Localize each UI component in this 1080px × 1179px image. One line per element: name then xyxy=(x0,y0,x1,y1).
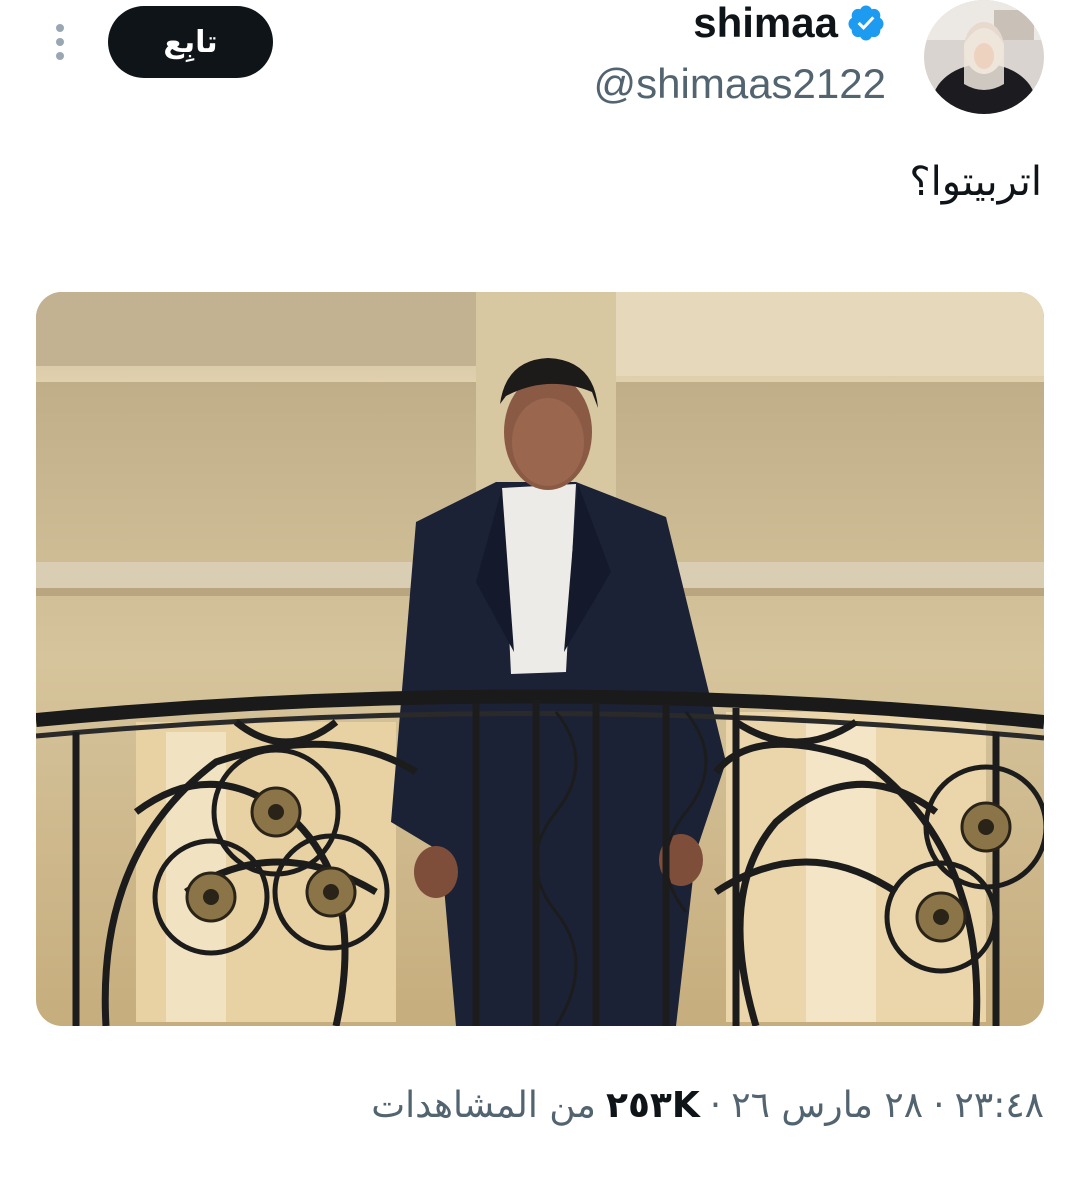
display-name[interactable]: shimaa xyxy=(693,0,838,46)
user-info: shimaa @shimaas2122 xyxy=(594,0,886,114)
tweet-text: اتربيتوا؟ xyxy=(909,159,1042,205)
tweet-date[interactable]: ٢٨ مارس ٢٦ xyxy=(731,1085,923,1126)
display-name-row: shimaa xyxy=(594,0,886,46)
views-count[interactable]: ٢٥٣K xyxy=(606,1085,700,1126)
more-vertical-icon xyxy=(56,24,64,32)
more-dot xyxy=(56,52,64,60)
avatar[interactable] xyxy=(924,0,1044,114)
meta-separator: · xyxy=(933,1085,945,1126)
follow-button[interactable]: تابِع xyxy=(108,6,273,78)
more-dot xyxy=(56,38,64,46)
views-label: من المشاهدات xyxy=(371,1085,596,1126)
photo-image xyxy=(36,292,1044,1026)
avatar-image xyxy=(924,0,1044,114)
meta-separator: · xyxy=(709,1085,722,1126)
user-handle[interactable]: @shimaas2122 xyxy=(594,54,886,114)
tweet-time[interactable]: ٢٣:٤٨ xyxy=(955,1085,1044,1126)
verified-badge-icon xyxy=(848,5,884,41)
tweet-photo[interactable] xyxy=(36,292,1044,1026)
tweet-meta: ٢٣:٤٨·٢٨ مارس ٢٦·٢٥٣Kمن المشاهدات xyxy=(371,1076,1044,1136)
more-options-button[interactable] xyxy=(44,20,76,64)
